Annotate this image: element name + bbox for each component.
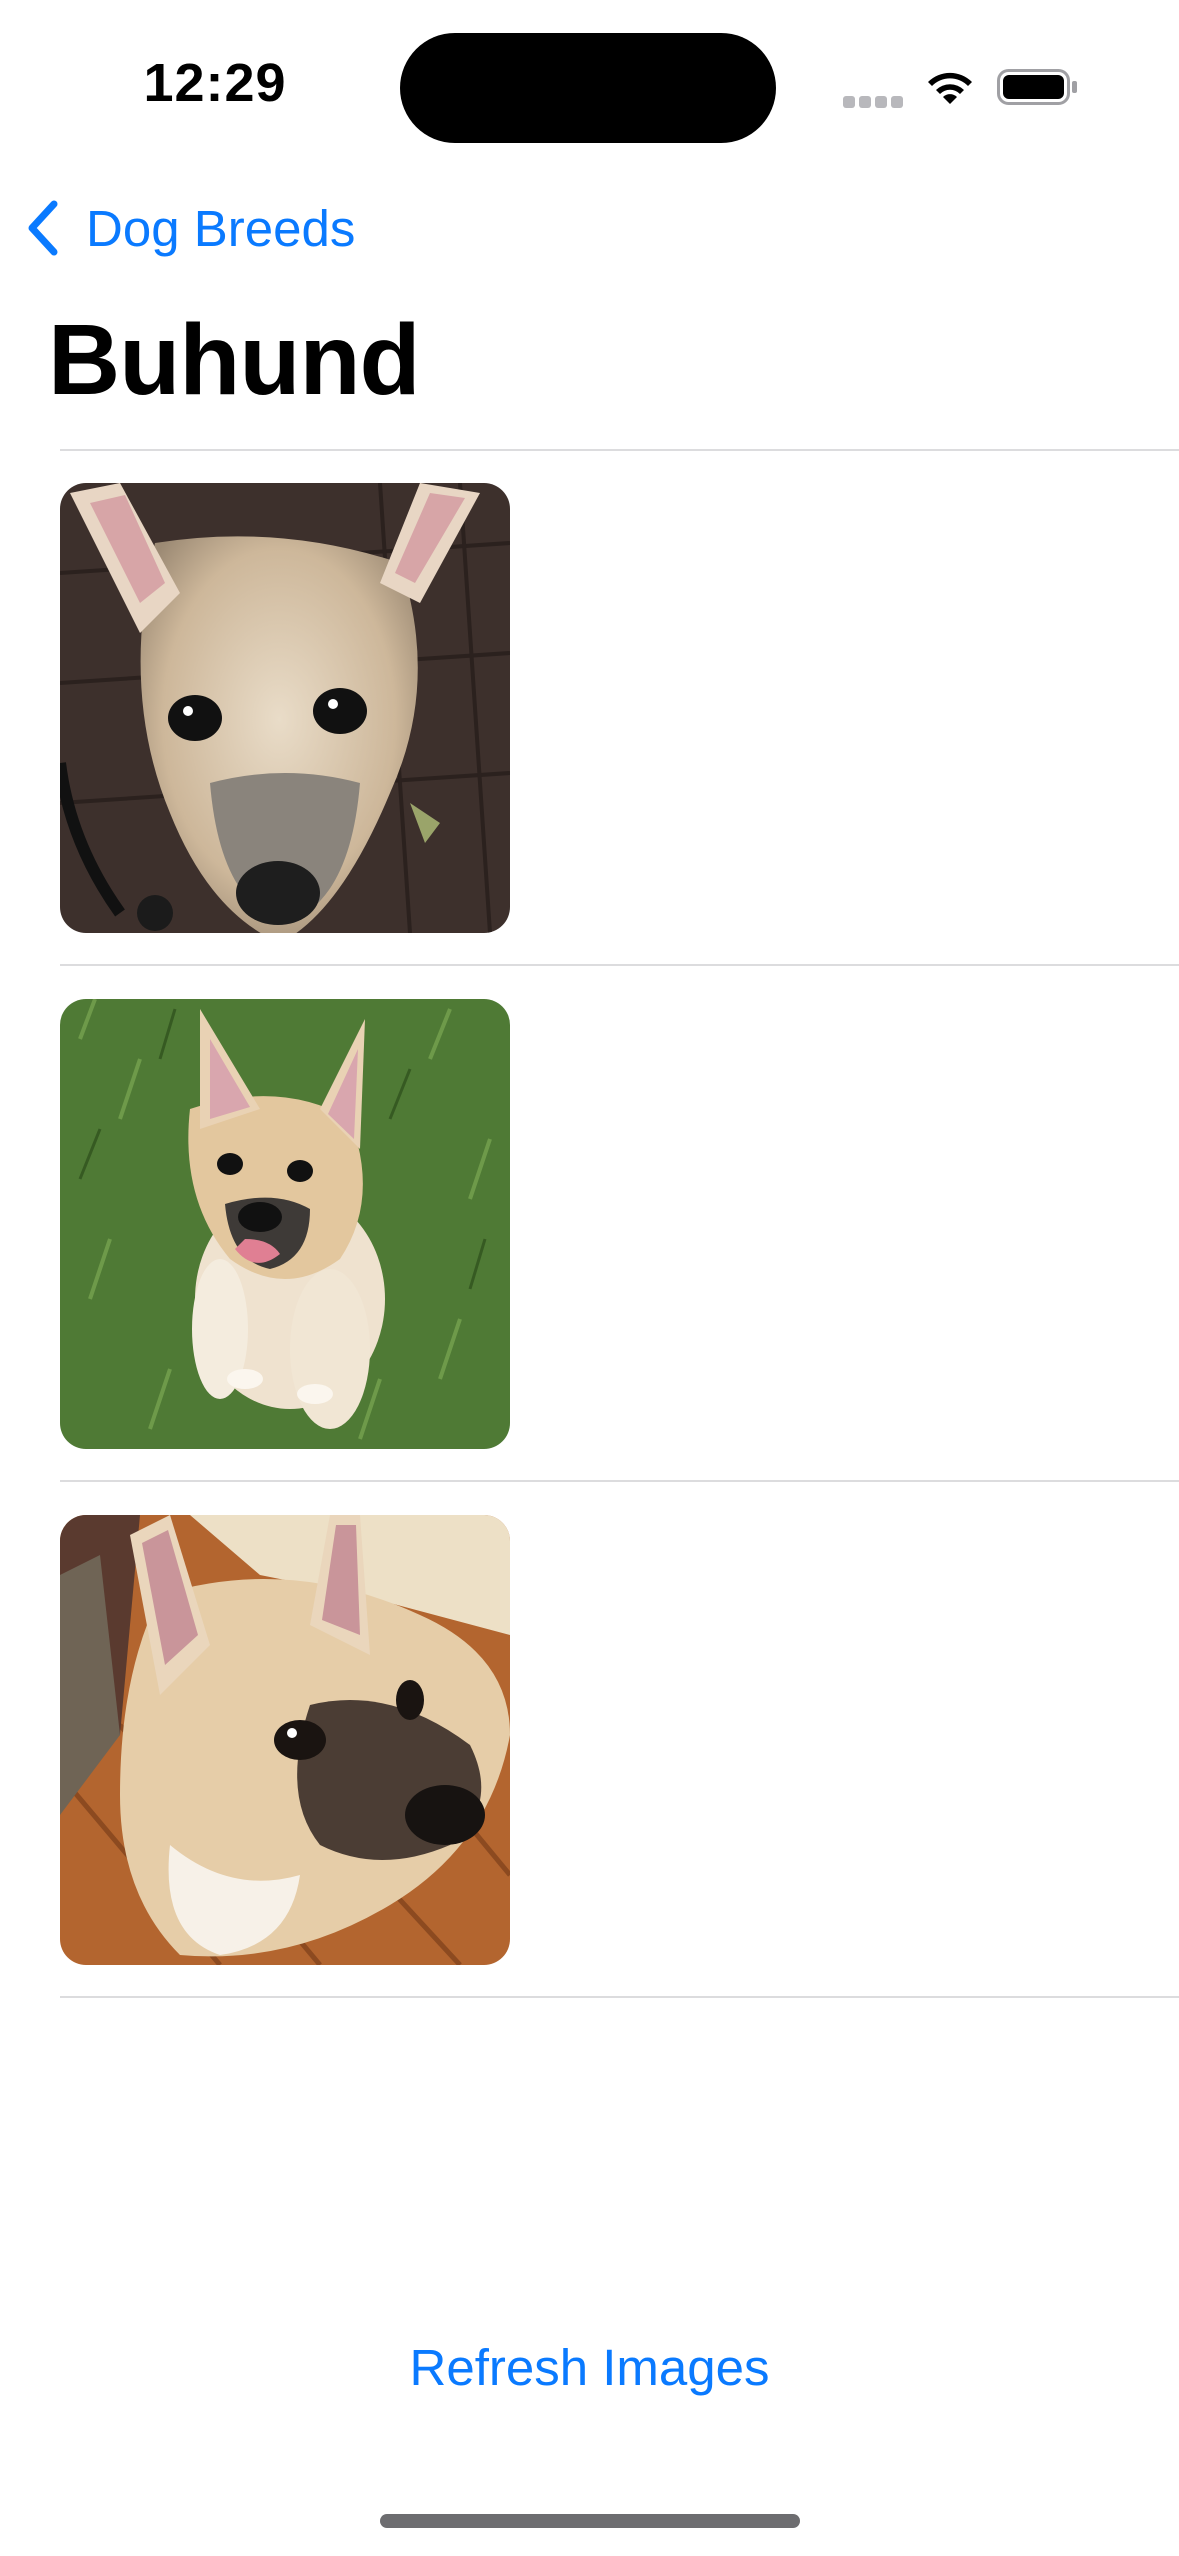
divider bbox=[60, 1996, 1179, 1998]
battery-icon bbox=[997, 69, 1077, 105]
list-item[interactable] bbox=[0, 1482, 1179, 1996]
status-time: 12:29 bbox=[143, 53, 287, 113]
dynamic-island bbox=[400, 33, 776, 143]
cellular-signal-icon bbox=[843, 96, 905, 110]
dog-photo[interactable] bbox=[60, 483, 510, 933]
chevron-left-icon bbox=[28, 200, 58, 256]
dog-photo[interactable] bbox=[60, 1515, 510, 1965]
refresh-images-button[interactable]: Refresh Images bbox=[0, 2338, 1179, 2397]
status-bar: 12:29 bbox=[0, 0, 1179, 170]
home-indicator[interactable] bbox=[380, 2514, 800, 2528]
dog-photo[interactable] bbox=[60, 999, 510, 1449]
list-item[interactable] bbox=[0, 450, 1179, 964]
back-button[interactable]: Dog Breeds bbox=[24, 190, 355, 266]
page-title: Buhund bbox=[48, 304, 421, 416]
list-item[interactable] bbox=[0, 966, 1179, 1480]
back-button-label: Dog Breeds bbox=[86, 199, 356, 257]
wifi-icon bbox=[928, 72, 972, 104]
